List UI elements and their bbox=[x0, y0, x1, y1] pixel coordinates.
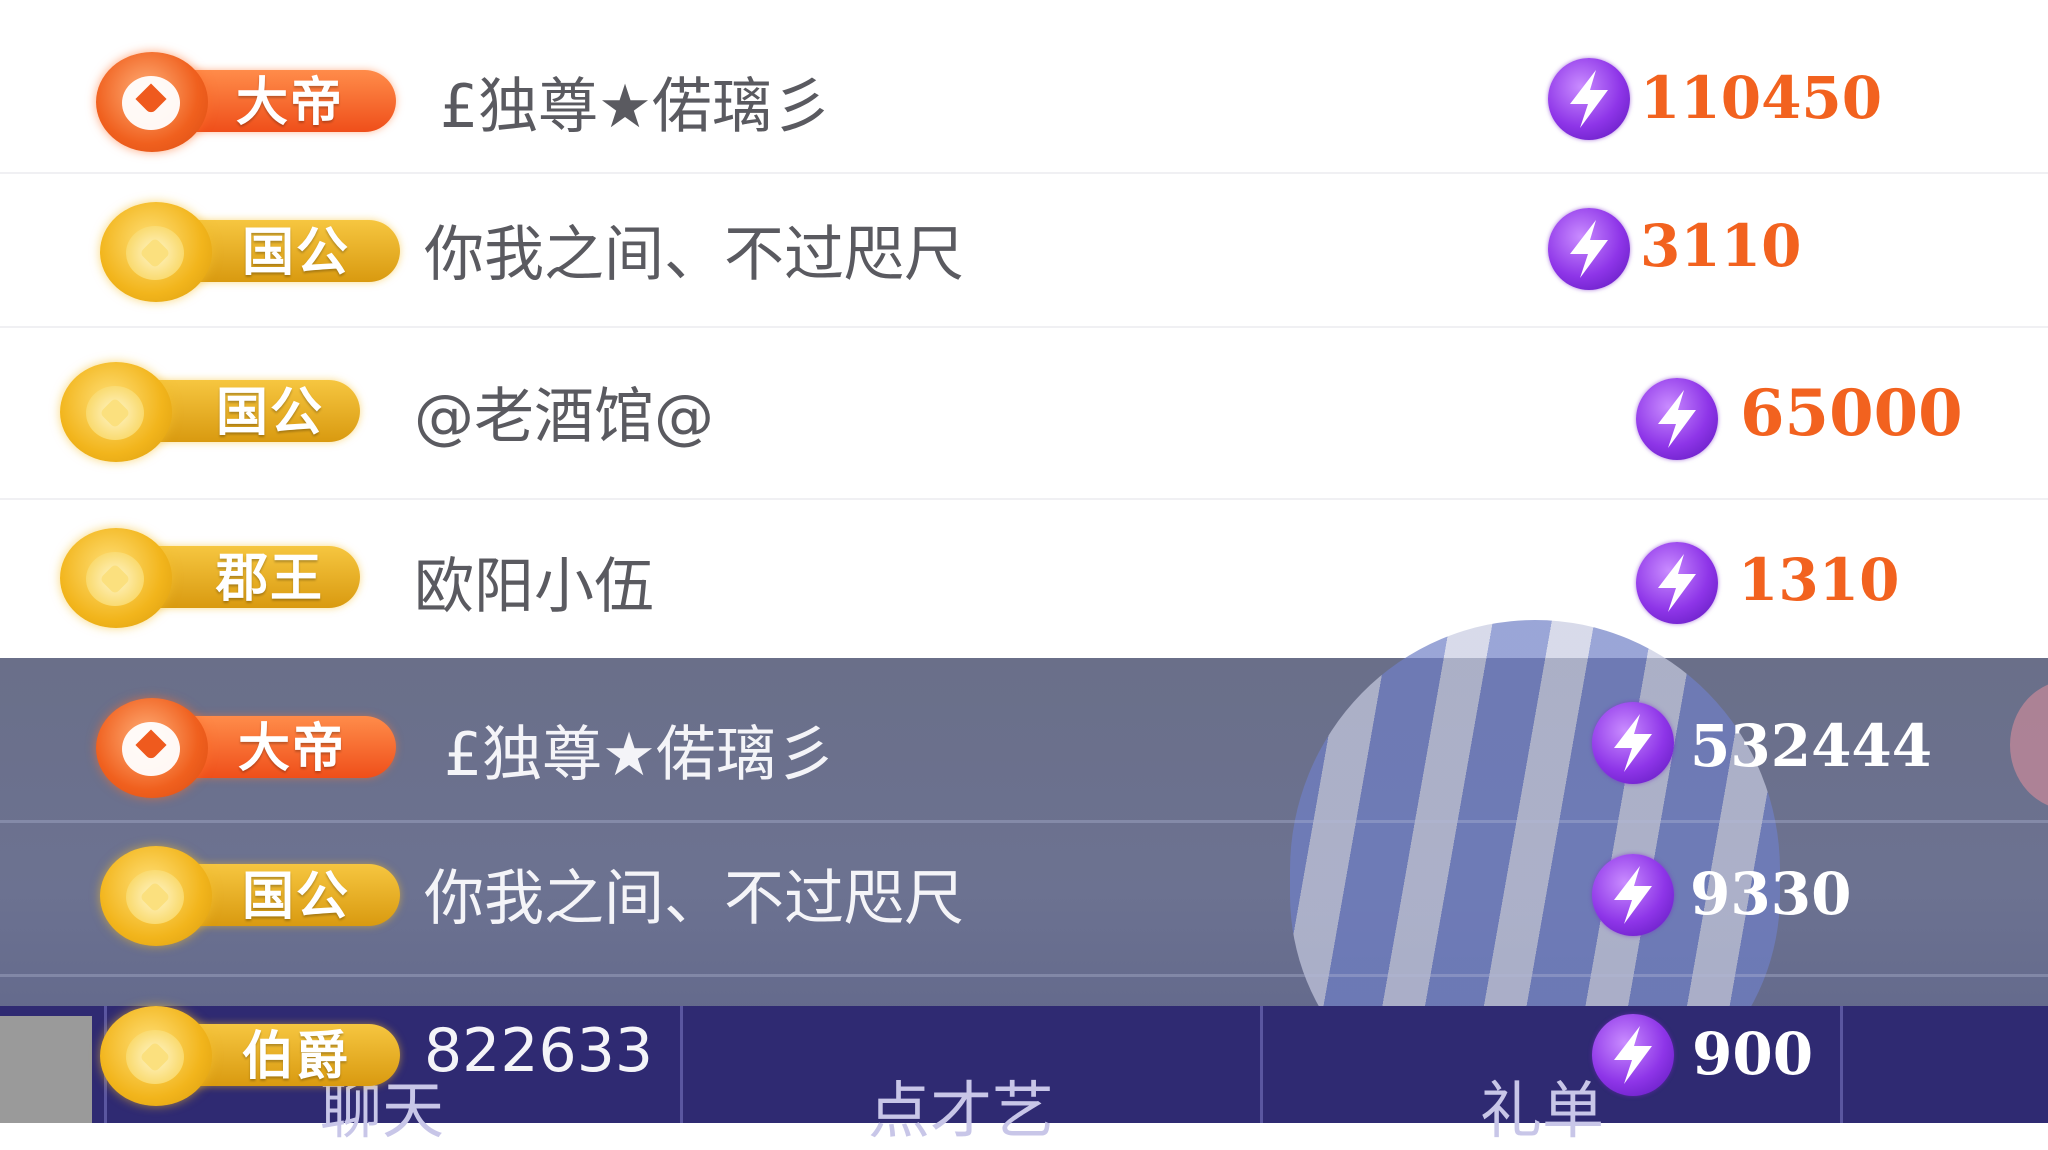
rank-emblem-icon bbox=[60, 528, 172, 628]
score-value: 1310 bbox=[1738, 546, 1900, 614]
list-item[interactable]: 国公 你我之间、不过咫尺 3110 bbox=[0, 172, 2048, 328]
lightning-coin-icon bbox=[1636, 542, 1718, 624]
list-item[interactable]: 大帝 £独尊★偌璃彡 110450 bbox=[0, 0, 2048, 174]
rank-badge: 国公 bbox=[60, 362, 360, 462]
list-item[interactable]: 伯爵 822633 900 bbox=[0, 974, 2048, 1123]
list-item[interactable]: 大帝 £独尊★偌璃彡 532444 bbox=[0, 658, 2048, 823]
rank-badge: 伯爵 bbox=[100, 1006, 400, 1106]
rank-badge: 郡王 bbox=[60, 528, 360, 628]
rank-emblem-icon bbox=[100, 846, 212, 946]
user-name: £独尊★偌璃彡 bbox=[440, 72, 832, 142]
user-name: @老酒馆@ bbox=[414, 382, 714, 452]
user-name: £独尊★偌璃彡 bbox=[444, 720, 836, 790]
lightning-coin-icon bbox=[1592, 702, 1674, 784]
user-name: 你我之间、不过咫尺 bbox=[424, 220, 964, 290]
lightning-coin-icon bbox=[1636, 378, 1718, 460]
rank-emblem-icon bbox=[60, 362, 172, 462]
user-name: 欧阳小伍 bbox=[414, 552, 654, 622]
rank-emblem-icon bbox=[100, 202, 212, 302]
lightning-coin-icon bbox=[1592, 854, 1674, 936]
score-value: 9330 bbox=[1690, 860, 1852, 928]
list-item[interactable]: 国公 你我之间、不过咫尺 9330 bbox=[0, 820, 2048, 977]
score-value: 3110 bbox=[1640, 212, 1802, 280]
rank-emblem-icon bbox=[96, 698, 208, 798]
score-value: 110450 bbox=[1640, 64, 1883, 132]
list-item[interactable]: 国公 @老酒馆@ 65000 bbox=[0, 326, 2048, 500]
rank-badge: 大帝 bbox=[96, 52, 396, 152]
user-name: 822633 bbox=[424, 1016, 654, 1086]
rank-emblem-icon bbox=[96, 52, 208, 152]
rank-badge: 国公 bbox=[100, 202, 400, 302]
lightning-coin-icon bbox=[1548, 58, 1630, 140]
list-item[interactable]: 郡王 欧阳小伍 1310 bbox=[0, 498, 2048, 658]
lightning-coin-icon bbox=[1592, 1014, 1674, 1096]
user-name: 你我之间、不过咫尺 bbox=[424, 864, 964, 934]
score-value: 65000 bbox=[1740, 376, 1963, 451]
rank-badge: 大帝 bbox=[96, 698, 396, 798]
rank-badge: 国公 bbox=[100, 846, 400, 946]
rank-emblem-icon bbox=[100, 1006, 212, 1106]
score-value: 900 bbox=[1692, 1020, 1814, 1088]
lightning-coin-icon bbox=[1548, 208, 1630, 290]
score-value: 532444 bbox=[1690, 712, 1933, 780]
